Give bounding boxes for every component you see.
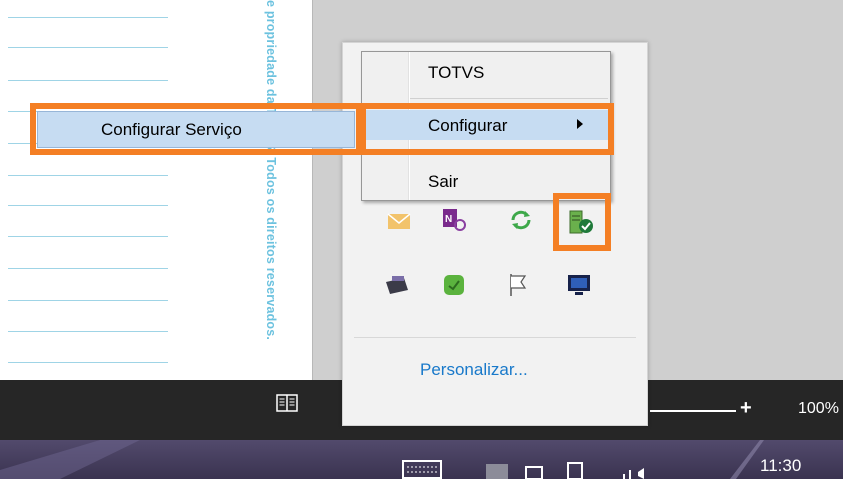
document-rule bbox=[8, 205, 168, 206]
zoom-level[interactable]: 100% bbox=[798, 400, 839, 418]
menu-item-sair[interactable]: Sair bbox=[362, 166, 610, 196]
document-rule bbox=[8, 175, 168, 176]
document-rule bbox=[8, 331, 168, 332]
document-rule bbox=[8, 17, 168, 18]
read-mode-icon[interactable] bbox=[276, 394, 298, 412]
evernote-icon[interactable] bbox=[441, 272, 467, 298]
page-edge bbox=[312, 0, 313, 380]
system-tray-icons[interactable] bbox=[484, 460, 654, 479]
highlight-service-icon bbox=[553, 193, 611, 251]
mail-icon[interactable] bbox=[386, 208, 412, 234]
sync-icon[interactable] bbox=[508, 207, 534, 233]
menu-separator bbox=[410, 98, 608, 99]
svg-text:N: N bbox=[445, 214, 452, 225]
document-rule bbox=[8, 236, 168, 237]
highlight-configurar bbox=[360, 103, 614, 155]
keyboard-icon[interactable] bbox=[402, 459, 442, 479]
document-rule bbox=[8, 268, 168, 269]
zoom-slider[interactable] bbox=[650, 410, 736, 412]
display-icon[interactable] bbox=[566, 272, 592, 298]
document-rule bbox=[8, 362, 168, 363]
menu-item-label: Sair bbox=[428, 172, 459, 191]
zoom-in-button[interactable]: + bbox=[740, 397, 752, 420]
document-rule bbox=[8, 80, 168, 81]
onenote-icon[interactable]: N bbox=[441, 206, 467, 232]
menu-item-label: TOTVS bbox=[428, 63, 485, 82]
document-page bbox=[0, 0, 268, 380]
customize-link[interactable]: Personalizar... bbox=[420, 360, 528, 380]
highlight-configurar-servico bbox=[30, 103, 362, 155]
document-rule bbox=[8, 300, 168, 301]
menu-item-totvs[interactable]: TOTVS bbox=[362, 57, 610, 87]
tray-divider bbox=[354, 337, 636, 338]
flag-icon[interactable] bbox=[506, 272, 532, 298]
copyright-vertical-text: e propriedade da TOTVS. Todos os direito… bbox=[264, 0, 278, 341]
taskbar-clock[interactable]: 11:30 bbox=[760, 456, 801, 476]
document-rule bbox=[8, 47, 168, 48]
video-icon[interactable] bbox=[384, 272, 410, 298]
